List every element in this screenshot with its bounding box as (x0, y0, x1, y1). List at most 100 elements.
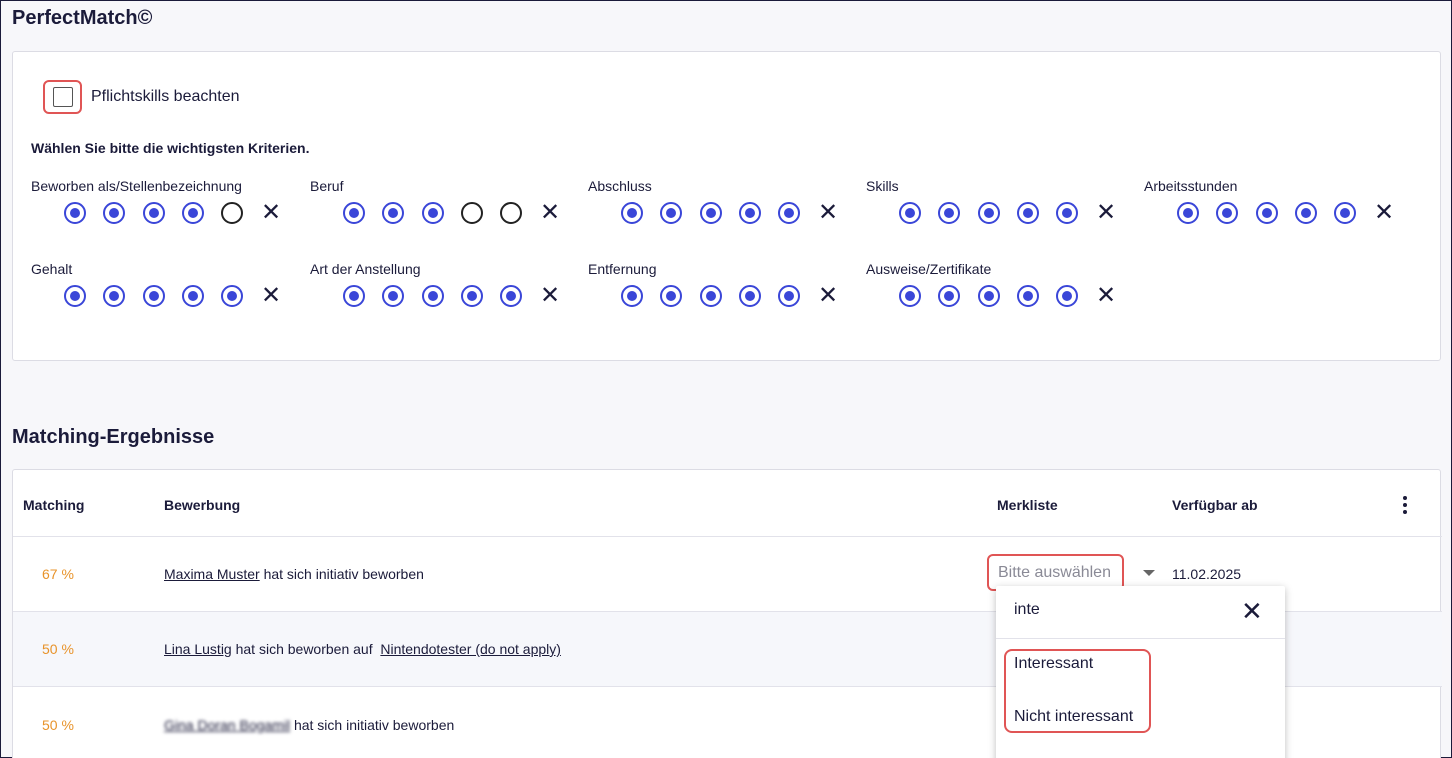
available-date: 11.02.2025 (1172, 566, 1242, 582)
rating-radio[interactable] (739, 285, 761, 307)
rating-radio[interactable] (1017, 202, 1039, 224)
rating-radio[interactable] (103, 202, 125, 224)
criterion-group: Ausweise/Zertifikate ✕ (866, 261, 1126, 309)
application-description: Lina Lustig hat sich beworben auf Ninten… (164, 641, 561, 657)
criterion-rating: ✕ (31, 283, 291, 309)
rating-radio[interactable] (64, 202, 86, 224)
mandatory-skills-checkbox[interactable] (52, 87, 73, 107)
clear-icon[interactable]: ✕ (817, 283, 839, 309)
rating-radio[interactable] (700, 285, 722, 307)
rating-radio[interactable] (1216, 202, 1238, 224)
candidate-link[interactable]: Lina Lustig (164, 641, 232, 657)
rating-radio[interactable] (382, 285, 404, 307)
rating-radio[interactable] (143, 202, 165, 224)
rating-radio[interactable] (343, 285, 365, 307)
criterion-group: Skills ✕ (866, 178, 1126, 226)
criterion-group: Art der Anstellung ✕ (310, 261, 570, 309)
application-text: hat sich initiativ beworben (290, 717, 455, 733)
candidate-link[interactable]: Gina Doran Bogamil (164, 717, 290, 733)
rating-radio[interactable] (778, 202, 800, 224)
rating-radio[interactable] (143, 285, 165, 307)
close-icon[interactable]: ✕ (1241, 596, 1263, 626)
col-header-matching[interactable]: Matching (23, 497, 84, 513)
criterion-group: Arbeitsstunden ✕ (1144, 178, 1404, 226)
rating-radio[interactable] (182, 285, 204, 307)
clear-icon[interactable]: ✕ (817, 200, 839, 226)
rating-radio[interactable] (660, 285, 682, 307)
criterion-label: Abschluss (588, 178, 652, 194)
rating-radio[interactable] (700, 202, 722, 224)
rating-radio[interactable] (1334, 202, 1356, 224)
criterion-group: Beworben als/Stellenbezeichnung ✕ (31, 178, 291, 226)
rating-radio[interactable] (221, 285, 243, 307)
dropdown-divider (996, 638, 1285, 639)
rating-radio[interactable] (938, 285, 960, 307)
clear-icon[interactable]: ✕ (260, 200, 282, 226)
rating-radio[interactable] (621, 285, 643, 307)
rating-radio[interactable] (1177, 202, 1199, 224)
rating-radio[interactable] (500, 202, 522, 224)
criterion-label: Ausweise/Zertifikate (866, 261, 992, 277)
col-header-verfuegbar[interactable]: Verfügbar ab (1172, 497, 1258, 513)
rating-radio[interactable] (422, 285, 444, 307)
criterion-rating: ✕ (31, 200, 291, 226)
rating-radio[interactable] (382, 202, 404, 224)
rating-radio[interactable] (621, 202, 643, 224)
rating-radio[interactable] (938, 202, 960, 224)
clear-icon[interactable]: ✕ (1095, 200, 1117, 226)
rating-radio[interactable] (978, 202, 1000, 224)
job-link[interactable]: Nintendotester (do not apply) (380, 641, 561, 657)
application-description: Maxima Muster hat sich initiativ beworbe… (164, 566, 424, 582)
application-text: hat sich initiativ beworben (259, 566, 424, 582)
more-options-icon[interactable] (1399, 494, 1411, 518)
rating-radio[interactable] (182, 202, 204, 224)
rating-radio[interactable] (343, 202, 365, 224)
watchlist-dropdown: inte ✕ Interessant Nicht interessant (996, 586, 1285, 758)
option-interessant[interactable]: Interessant (1014, 655, 1093, 673)
criterion-rating: ✕ (310, 200, 570, 226)
rating-radio[interactable] (1056, 285, 1078, 307)
criterion-rating: ✕ (310, 283, 570, 309)
candidate-link[interactable]: Maxima Muster (164, 566, 260, 582)
rating-radio[interactable] (660, 202, 682, 224)
rating-radio[interactable] (778, 285, 800, 307)
rating-radio[interactable] (1256, 202, 1278, 224)
criteria-card: Pflichtskills beachten Wählen Sie bitte … (12, 51, 1441, 361)
clear-icon[interactable]: ✕ (1373, 200, 1395, 226)
rating-radio[interactable] (978, 285, 1000, 307)
rating-radio[interactable] (739, 202, 761, 224)
col-header-bewerbung[interactable]: Bewerbung (164, 497, 240, 513)
chevron-down-icon[interactable] (1143, 570, 1155, 576)
rating-radio[interactable] (1017, 285, 1039, 307)
rating-radio[interactable] (1056, 202, 1078, 224)
criterion-rating: ✕ (588, 200, 848, 226)
criterion-label: Skills (866, 178, 899, 194)
rating-radio[interactable] (103, 285, 125, 307)
mandatory-skills-label[interactable]: Pflichtskills beachten (91, 88, 240, 106)
rating-radio[interactable] (221, 202, 243, 224)
criterion-group: Beruf ✕ (310, 178, 570, 226)
rating-radio[interactable] (1295, 202, 1317, 224)
criterion-label: Beruf (310, 178, 344, 194)
clear-icon[interactable]: ✕ (1095, 283, 1117, 309)
rating-radio[interactable] (899, 202, 921, 224)
clear-icon[interactable]: ✕ (539, 283, 561, 309)
rating-radio[interactable] (500, 285, 522, 307)
rating-radio[interactable] (64, 285, 86, 307)
option-nicht-interessant[interactable]: Nicht interessant (1014, 708, 1133, 726)
rating-radio[interactable] (899, 285, 921, 307)
clear-icon[interactable]: ✕ (539, 200, 561, 226)
criterion-group: Abschluss ✕ (588, 178, 848, 226)
application-text: hat sich beworben auf (231, 641, 377, 657)
clear-icon[interactable]: ✕ (260, 283, 282, 309)
rating-radio[interactable] (461, 202, 483, 224)
dropdown-search-input[interactable]: inte (1014, 601, 1040, 619)
criterion-label: Art der Anstellung (310, 261, 421, 277)
rating-radio[interactable] (461, 285, 483, 307)
col-header-merkliste[interactable]: Merkliste (997, 497, 1058, 513)
criterion-label: Gehalt (31, 261, 73, 277)
mandatory-skills-checkbox-wrapper[interactable] (43, 80, 82, 114)
match-percent: 67 % (42, 566, 74, 582)
match-percent: 50 % (42, 717, 74, 733)
rating-radio[interactable] (422, 202, 444, 224)
